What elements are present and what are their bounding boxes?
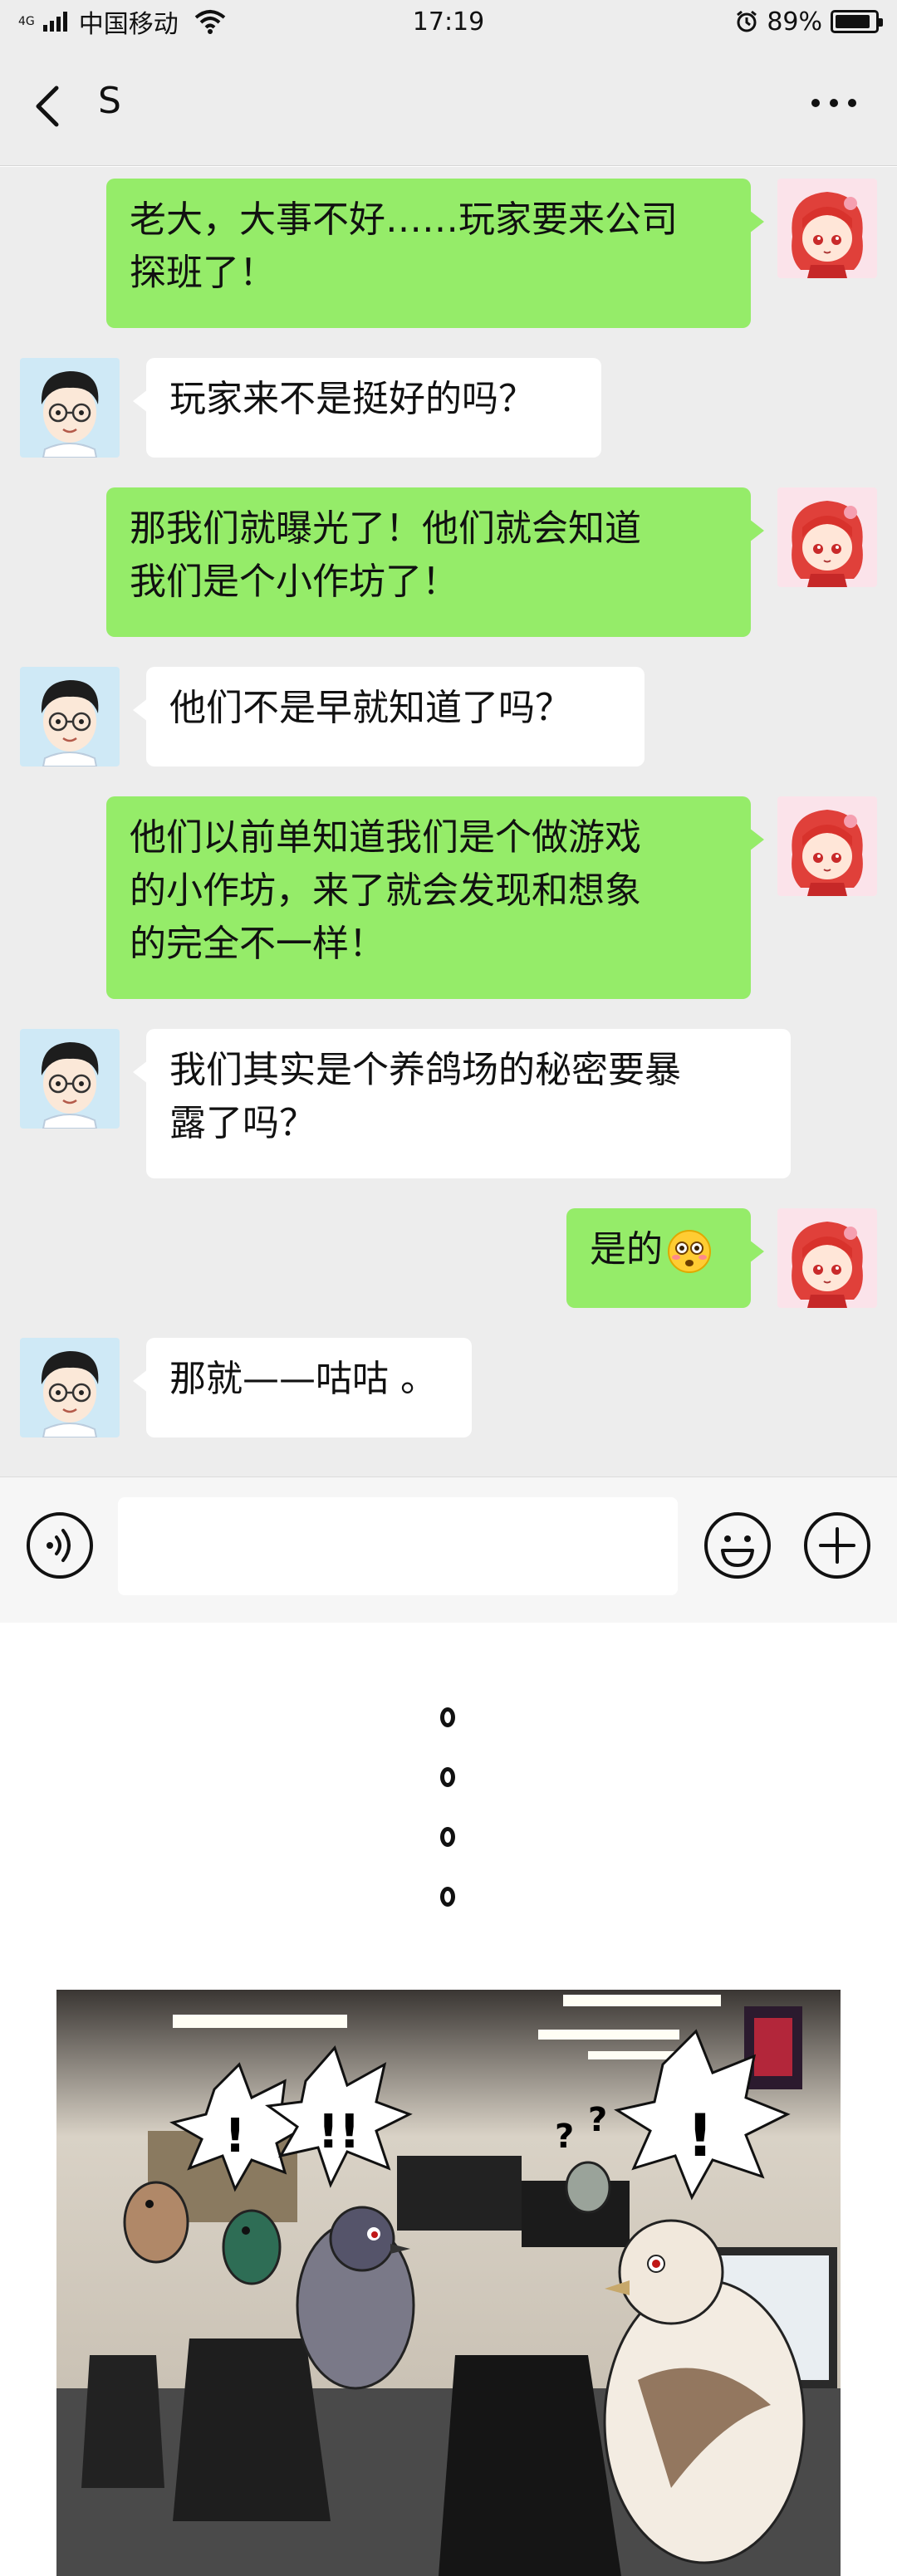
ellipsis-dot: [440, 1827, 455, 1847]
status-right: 89%: [580, 7, 883, 37]
my-avatar[interactable]: [777, 796, 877, 896]
message-line: 探班了！: [130, 252, 276, 294]
message-line: 我们其实是个养鸽场的秘密要暴: [169, 1049, 681, 1091]
my-avatar[interactable]: [777, 487, 877, 587]
alarm-icon: [737, 10, 757, 32]
message-line: 露了吗？: [169, 1102, 316, 1144]
input-bar: [0, 1477, 897, 1623]
message-line: 他们以前单知道我们是个做游戏: [130, 816, 641, 859]
message-line: 那我们就曝光了！他们就会知道: [130, 507, 641, 550]
chat-header: S: [0, 43, 897, 166]
chevron-left-icon[interactable]: [28, 83, 70, 130]
status-bar: 4G 中国移动 17:19 89%: [0, 0, 897, 43]
clock: 17:19: [412, 7, 485, 37]
message-bubble-sent[interactable]: 老大，大事不好……玩家要来公司 探班了！: [106, 179, 764, 328]
office-pigeon-photo: ! !! ? ? !: [56, 1990, 841, 2576]
wifi-icon: [194, 10, 226, 34]
message-bubble-sent[interactable]: 他们以前单知道我们是个做游戏 的小作坊，来了就会发现和想象 的完全不一样！: [106, 796, 764, 999]
question-text: ?: [588, 2101, 607, 2139]
status-left: 4G 中国移动: [18, 3, 317, 40]
message-line: 是的: [590, 1228, 663, 1271]
voice-icon[interactable]: [25, 1511, 95, 1580]
message-line: 我们是个小作坊了！: [130, 561, 458, 603]
signal-icon: [42, 12, 67, 32]
message-bubble-received[interactable]: 玩家来不是挺好的吗？: [133, 358, 601, 458]
contact-avatar[interactable]: [20, 1338, 120, 1437]
ellipsis-dot: [440, 1767, 455, 1787]
carrier-name: 中国移动: [78, 10, 179, 39]
message-list[interactable]: 老大，大事不好……玩家要来公司 探班了！ 玩家来不是挺好的吗？ 那我们就曝光了！…: [0, 167, 897, 1477]
message-line: 玩家来不是挺好的吗？: [169, 378, 535, 420]
message-bubble-received[interactable]: 那就——咕咕 。: [133, 1338, 472, 1437]
ellipsis-dot: [440, 1707, 455, 1727]
message-bubble-sent[interactable]: 是的: [566, 1208, 764, 1308]
my-avatar[interactable]: [777, 179, 877, 278]
message-input[interactable]: [118, 1497, 678, 1595]
message-line: 那就——咕咕 。: [169, 1358, 437, 1400]
ellipsis-dot: [440, 1887, 455, 1907]
message-line: 的完全不一样！: [130, 923, 385, 965]
message-line: 老大，大事不好……玩家要来公司: [130, 198, 678, 241]
more-horizontal-icon[interactable]: [809, 95, 859, 111]
battery-level: [836, 15, 870, 28]
flushed-face-icon: [668, 1230, 711, 1273]
exclaim-text: !: [224, 2109, 246, 2163]
question-text: ?: [555, 2118, 574, 2156]
exclaim-text: !: [687, 2102, 713, 2170]
my-avatar[interactable]: [777, 1208, 877, 1308]
contact-avatar[interactable]: [20, 1029, 120, 1129]
exclaim-text: !!: [317, 2105, 360, 2159]
plus-icon[interactable]: [802, 1511, 872, 1580]
smile-icon[interactable]: [703, 1511, 772, 1580]
contact-avatar[interactable]: [20, 667, 120, 766]
office-scene-illustration: ! !! ? ? !: [56, 1990, 841, 2576]
message-bubble-sent[interactable]: 那我们就曝光了！他们就会知道 我们是个小作坊了！: [106, 487, 764, 637]
message-bubble-received[interactable]: 他们不是早就知道了吗？: [133, 667, 645, 766]
chat-title: S: [98, 80, 121, 122]
battery-icon: [831, 10, 883, 33]
message-line: 他们不是早就知道了吗？: [169, 687, 571, 729]
contact-avatar[interactable]: [20, 358, 120, 458]
message-line: 的小作坊，来了就会发现和想象: [130, 869, 641, 912]
network-type: 4G: [18, 15, 35, 28]
message-bubble-received[interactable]: 我们其实是个养鸽场的秘密要暴 露了吗？: [133, 1029, 791, 1178]
battery-percent: 89%: [767, 7, 822, 37]
